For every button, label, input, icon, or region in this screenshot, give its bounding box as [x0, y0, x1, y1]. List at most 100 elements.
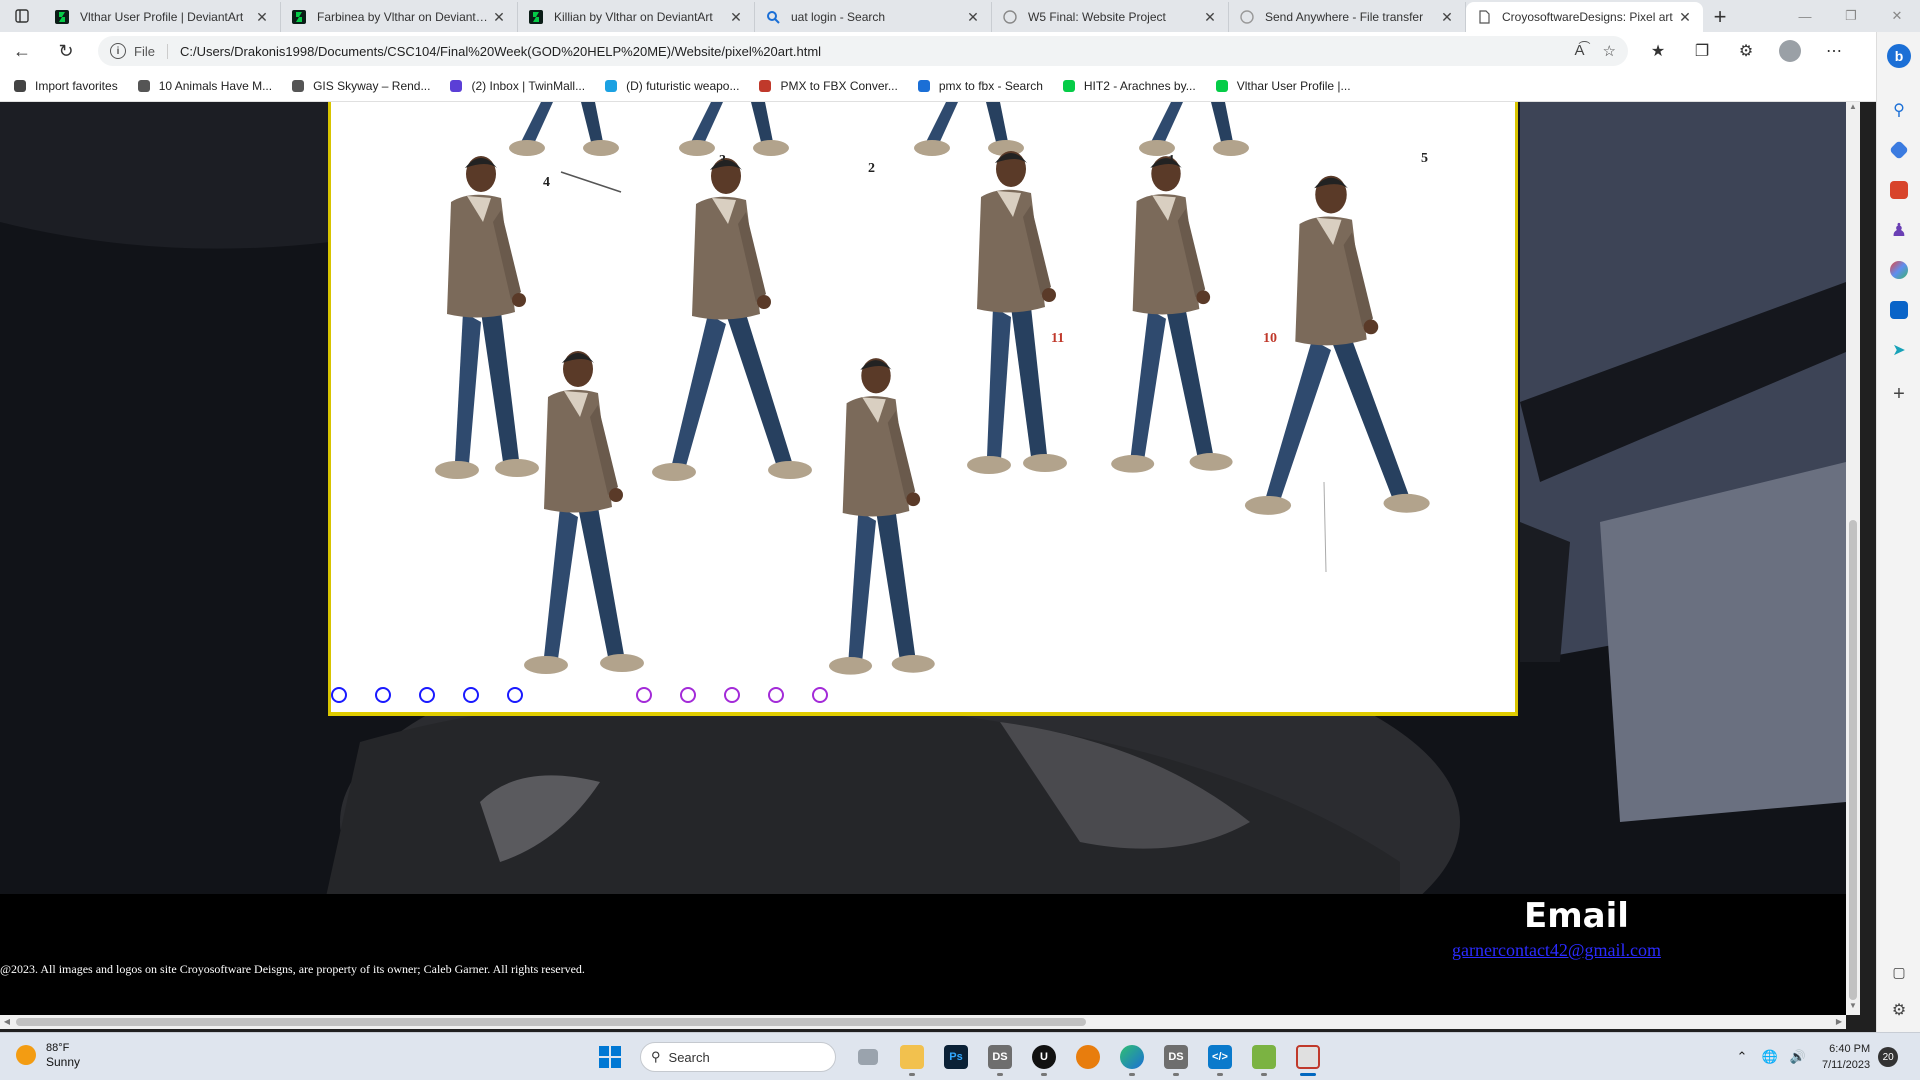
- page-viewport: 4 3 2 1 5 10 11 @2023. All images and logos on…: [0, 102, 1846, 1015]
- new-tab-button[interactable]: +: [1703, 2, 1737, 32]
- scroll-left-icon[interactable]: ◀: [0, 1015, 14, 1029]
- scroll-down-icon[interactable]: ▼: [1846, 1001, 1860, 1015]
- gear-icon: ⚙: [1891, 1002, 1907, 1019]
- taskbar-app-snipping-tool[interactable]: [1286, 1037, 1330, 1077]
- gallery-nav-dot[interactable]: [463, 687, 479, 703]
- browser-tab[interactable]: W5 Final: Website Project ✕: [992, 2, 1229, 32]
- sidebar-search-button[interactable]: ⚲: [1877, 90, 1920, 130]
- scroll-right-icon[interactable]: ▶: [1832, 1015, 1846, 1029]
- horizontal-scroll-thumb[interactable]: [16, 1018, 1086, 1026]
- favorites-icon[interactable]: ★: [1636, 32, 1680, 70]
- canvas-icon: [1002, 9, 1018, 25]
- favorite-star-icon[interactable]: ☆: [1603, 42, 1616, 60]
- task-view-button[interactable]: [846, 1037, 890, 1077]
- taskbar-app-ds[interactable]: DS: [978, 1037, 1022, 1077]
- start-button[interactable]: [590, 1037, 630, 1077]
- favorite-item[interactable]: PMX to FBX Conver...: [757, 78, 898, 94]
- favorites-bar: Import favorites 10 Animals Have M... GIS …: [0, 70, 1876, 102]
- close-tab-icon[interactable]: ✕: [491, 9, 507, 26]
- gallery-nav-dot-visited[interactable]: [636, 687, 652, 703]
- browser-tab[interactable]: CroyosoftwareDesigns: Pixel art ✕: [1466, 2, 1703, 32]
- deviantart-icon: [1061, 78, 1077, 94]
- url-text[interactable]: C:/Users/Drakonis1998/Documents/CSC104/F…: [180, 44, 1575, 59]
- weather-widget[interactable]: 88°F Sunny: [16, 1041, 80, 1069]
- sidebar-outlook-button[interactable]: [1877, 290, 1920, 330]
- sidebar-games-button[interactable]: ♟: [1877, 210, 1920, 250]
- sidebar-tools-button[interactable]: [1877, 170, 1920, 210]
- gallery-nav-dot[interactable]: [375, 687, 391, 703]
- favorite-item[interactable]: Vlthar User Profile |...: [1214, 78, 1351, 94]
- bing-icon: [916, 78, 932, 94]
- profile-button[interactable]: [1768, 32, 1812, 70]
- notification-badge[interactable]: 20: [1878, 1047, 1899, 1067]
- taskbar-search-box[interactable]: ⚲ Search: [640, 1042, 836, 1072]
- sidebar-hide-button[interactable]: ▢: [1877, 952, 1920, 992]
- walking-figure: [652, 158, 812, 481]
- taskbar-app-photoshop[interactable]: Ps: [934, 1037, 978, 1077]
- horizontal-scrollbar[interactable]: ◀ ▶: [0, 1015, 1846, 1029]
- deviantart-icon: [54, 9, 70, 25]
- browser-tab[interactable]: Farbinea by Vlthar on DeviantArt ✕: [281, 2, 518, 32]
- sidebar-add-button[interactable]: +: [1877, 374, 1920, 414]
- address-bar[interactable]: i File C:/Users/Drakonis1998/Documents/C…: [98, 36, 1628, 66]
- taskbar-app-unreal[interactable]: U: [1022, 1037, 1066, 1077]
- sidebar-office-button[interactable]: [1877, 250, 1920, 290]
- news-icon: [136, 78, 152, 94]
- vertical-scrollbar[interactable]: ▲ ▼: [1846, 102, 1860, 1015]
- favorite-item[interactable]: (D) futuristic weapo...: [603, 78, 739, 94]
- more-menu-icon[interactable]: ⋯: [1812, 32, 1856, 70]
- edge-icon: [1120, 1045, 1144, 1069]
- favorite-item[interactable]: pmx to fbx - Search: [916, 78, 1043, 94]
- close-tab-icon[interactable]: ✕: [1202, 9, 1218, 26]
- vertical-scroll-thumb[interactable]: [1849, 520, 1857, 1000]
- favorite-item[interactable]: Import favorites: [12, 78, 118, 94]
- browser-tab[interactable]: uat login - Search ✕: [755, 2, 992, 32]
- sprite-gallery: 4 3 2 1 5 10 11: [328, 102, 1518, 716]
- browser-tab[interactable]: Vlthar User Profile | DeviantArt ✕: [44, 2, 281, 32]
- browser-tab[interactable]: Send Anywhere - File transfer ✕: [1229, 2, 1466, 32]
- favorite-item[interactable]: HIT2 - Arachnes by...: [1061, 78, 1196, 94]
- collections-icon[interactable]: ❐: [1680, 32, 1724, 70]
- network-globe-icon[interactable]: 🌐: [1758, 1049, 1782, 1065]
- system-clock[interactable]: 6:40 PM 7/11/2023: [1822, 1041, 1870, 1073]
- gallery-nav-dot-visited[interactable]: [768, 687, 784, 703]
- gallery-nav-dot[interactable]: [419, 687, 435, 703]
- extensions-icon[interactable]: ⚙: [1724, 32, 1768, 70]
- sidebar-settings-button[interactable]: ⚙: [1877, 990, 1920, 1030]
- favorite-item[interactable]: GIS Skyway – Rend...: [290, 78, 430, 94]
- tab-actions-button[interactable]: [0, 0, 44, 32]
- minimize-icon[interactable]: —: [1782, 0, 1828, 32]
- close-tab-icon[interactable]: ✕: [1439, 9, 1455, 26]
- scroll-up-icon[interactable]: ▲: [1846, 102, 1860, 116]
- gallery-nav-dot[interactable]: [507, 687, 523, 703]
- sidebar-shopping-button[interactable]: [1877, 130, 1920, 170]
- email-link[interactable]: garnercontact42@gmail.com: [1452, 940, 1661, 961]
- volume-icon[interactable]: 🔊: [1786, 1049, 1810, 1065]
- copilot-button[interactable]: b: [1877, 36, 1920, 76]
- taskbar-app-vscode[interactable]: </>: [1198, 1037, 1242, 1077]
- close-tab-icon[interactable]: ✕: [728, 9, 744, 26]
- site-info-icon[interactable]: i: [110, 43, 126, 59]
- browser-tab[interactable]: Killian by Vlthar on DeviantArt ✕: [518, 2, 755, 32]
- sidebar-drop-button[interactable]: ➤: [1877, 330, 1920, 370]
- close-tab-icon[interactable]: ✕: [254, 9, 270, 26]
- close-tab-icon[interactable]: ✕: [1677, 9, 1693, 26]
- read-aloud-icon[interactable]: A͡: [1575, 42, 1585, 60]
- back-button[interactable]: ←: [0, 32, 44, 70]
- gallery-nav-dot[interactable]: [331, 687, 347, 703]
- favorite-item[interactable]: (2) Inbox | TwinMall...: [448, 78, 585, 94]
- taskbar-app-edge[interactable]: [1110, 1037, 1154, 1077]
- taskbar-app-notepad[interactable]: [1242, 1037, 1286, 1077]
- favorite-item[interactable]: 10 Animals Have M...: [136, 78, 272, 94]
- gallery-nav-dot-visited[interactable]: [812, 687, 828, 703]
- chevron-up-icon[interactable]: ⌃: [1730, 1049, 1754, 1065]
- gallery-nav-dot-visited[interactable]: [724, 687, 740, 703]
- taskbar-app-ds-2[interactable]: DS: [1154, 1037, 1198, 1077]
- gallery-nav-dot-visited[interactable]: [680, 687, 696, 703]
- taskbar-app-file-explorer[interactable]: [890, 1037, 934, 1077]
- taskbar-app-blender[interactable]: [1066, 1037, 1110, 1077]
- restore-icon[interactable]: ❐: [1828, 0, 1874, 32]
- close-tab-icon[interactable]: ✕: [965, 9, 981, 26]
- refresh-button[interactable]: ↻: [44, 32, 88, 70]
- close-window-icon[interactable]: ✕: [1874, 0, 1920, 32]
